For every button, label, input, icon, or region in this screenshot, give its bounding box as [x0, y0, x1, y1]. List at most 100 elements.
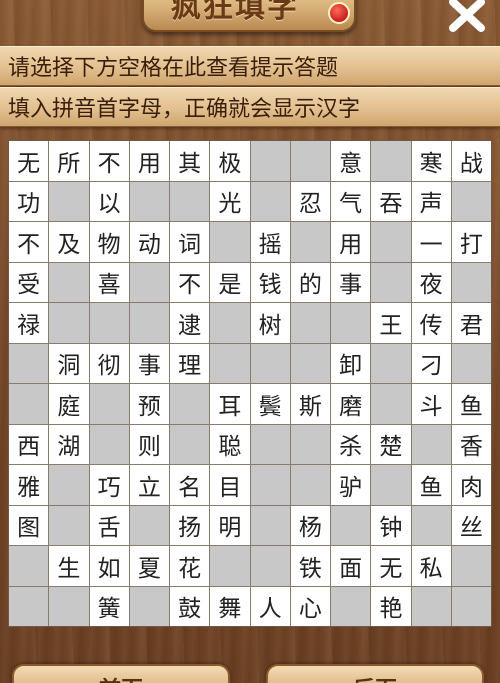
- grid-cell[interactable]: 动: [129, 222, 169, 262]
- grid-cell-blocked: [371, 343, 411, 383]
- grid-cell-blocked: [250, 343, 290, 383]
- grid-cell[interactable]: 刁: [411, 343, 451, 383]
- grid-cell[interactable]: 肉: [451, 465, 491, 505]
- grid-cell[interactable]: 极: [210, 141, 250, 181]
- grid-cell-blocked: [371, 141, 411, 181]
- grid-cell[interactable]: 鱼: [411, 465, 451, 505]
- grid-cell[interactable]: 明: [210, 505, 250, 545]
- grid-cell[interactable]: 雅: [9, 465, 49, 505]
- grid-cell[interactable]: 扬: [170, 505, 210, 545]
- grid-cell[interactable]: 面: [331, 546, 371, 586]
- grid-cell[interactable]: 用: [331, 222, 371, 262]
- grid-cell[interactable]: 逮: [170, 303, 210, 343]
- grid-cell[interactable]: 鬓: [250, 384, 290, 424]
- grid-cell[interactable]: 声: [411, 181, 451, 221]
- grid-cell[interactable]: 图: [9, 505, 49, 545]
- grid-cell[interactable]: 用: [129, 141, 169, 181]
- grid-cell[interactable]: 不: [89, 141, 129, 181]
- grid-cell[interactable]: 杨: [290, 505, 330, 545]
- grid-cell-blocked: [170, 384, 210, 424]
- grid-cell[interactable]: 耳: [210, 384, 250, 424]
- grid-cell[interactable]: 无: [371, 546, 411, 586]
- grid-cell[interactable]: 打: [451, 222, 491, 262]
- grid-cell[interactable]: 无: [9, 141, 49, 181]
- grid-cell[interactable]: 舞: [210, 586, 250, 626]
- grid-cell[interactable]: 传: [411, 303, 451, 343]
- grid-cell[interactable]: 战: [451, 141, 491, 181]
- grid-cell[interactable]: 心: [290, 586, 330, 626]
- grid-cell[interactable]: 斗: [411, 384, 451, 424]
- grid-cell[interactable]: 艳: [371, 586, 411, 626]
- grid-cell[interactable]: 如: [89, 546, 129, 586]
- grid-cell[interactable]: 王: [371, 303, 411, 343]
- grid-cell-blocked: [250, 181, 290, 221]
- grid-cell[interactable]: 及: [49, 222, 89, 262]
- grid-cell[interactable]: 磨: [331, 384, 371, 424]
- grid-cell[interactable]: 喜: [89, 262, 129, 302]
- grid-cell[interactable]: 铁: [290, 546, 330, 586]
- grid-cell[interactable]: 事: [331, 262, 371, 302]
- grid-cell[interactable]: 湖: [49, 424, 89, 464]
- grid-cell[interactable]: 鼓: [170, 586, 210, 626]
- grid-cell[interactable]: 驴: [331, 465, 371, 505]
- grid-cell[interactable]: 不: [9, 222, 49, 262]
- grid-cell[interactable]: 摇: [250, 222, 290, 262]
- grid-cell[interactable]: 楚: [371, 424, 411, 464]
- grid-cell[interactable]: 钱: [250, 262, 290, 302]
- grid-cell[interactable]: 预: [129, 384, 169, 424]
- prev-page-button[interactable]: 前页: [12, 664, 230, 683]
- grid-cell[interactable]: 吞: [371, 181, 411, 221]
- grid-cell[interactable]: 光: [210, 181, 250, 221]
- grid-cell[interactable]: 是: [210, 262, 250, 302]
- grid-cell[interactable]: 气: [331, 181, 371, 221]
- grid-cell[interactable]: 舌: [89, 505, 129, 545]
- grid-cell[interactable]: 丝: [451, 505, 491, 545]
- grid-cell[interactable]: 不: [170, 262, 210, 302]
- grid-cell[interactable]: 聪: [210, 424, 250, 464]
- grid-cell[interactable]: 受: [9, 262, 49, 302]
- grid-cell[interactable]: 立: [129, 465, 169, 505]
- grid-cell[interactable]: 以: [89, 181, 129, 221]
- grid-cell[interactable]: 寒: [411, 141, 451, 181]
- close-button[interactable]: [444, 0, 490, 36]
- grid-cell[interactable]: 簧: [89, 586, 129, 626]
- grid-cell[interactable]: 的: [290, 262, 330, 302]
- grid-cell[interactable]: 物: [89, 222, 129, 262]
- grid-cell[interactable]: 夏: [129, 546, 169, 586]
- grid-cell[interactable]: 功: [9, 181, 49, 221]
- grid-cell[interactable]: 意: [331, 141, 371, 181]
- hint-text-1: 请选择下方空格在此查看提示答题: [8, 56, 339, 81]
- grid-cell[interactable]: 夜: [411, 262, 451, 302]
- grid-cell-blocked: [129, 181, 169, 221]
- grid-cell[interactable]: 理: [170, 343, 210, 383]
- grid-cell[interactable]: 卸: [331, 343, 371, 383]
- grid-cell[interactable]: 鱼: [451, 384, 491, 424]
- grid-cell[interactable]: 人: [250, 586, 290, 626]
- grid-cell[interactable]: 禄: [9, 303, 49, 343]
- grid-cell[interactable]: 词: [170, 222, 210, 262]
- grid-cell[interactable]: 生: [49, 546, 89, 586]
- grid-cell[interactable]: 所: [49, 141, 89, 181]
- grid-cell[interactable]: 名: [170, 465, 210, 505]
- grid-cell[interactable]: 其: [170, 141, 210, 181]
- grid-cell[interactable]: 目: [210, 465, 250, 505]
- grid-cell[interactable]: 树: [250, 303, 290, 343]
- grid-cell[interactable]: 忍: [290, 181, 330, 221]
- grid-cell[interactable]: 君: [451, 303, 491, 343]
- grid-cell[interactable]: 斯: [290, 384, 330, 424]
- grid-cell-blocked: [89, 424, 129, 464]
- grid-cell[interactable]: 一: [411, 222, 451, 262]
- grid-cell[interactable]: 彻: [89, 343, 129, 383]
- grid-cell[interactable]: 巧: [89, 465, 129, 505]
- grid-cell[interactable]: 则: [129, 424, 169, 464]
- grid-cell[interactable]: 洞: [49, 343, 89, 383]
- next-page-button[interactable]: 后页: [266, 664, 484, 683]
- grid-cell[interactable]: 香: [451, 424, 491, 464]
- grid-cell[interactable]: 私: [411, 546, 451, 586]
- grid-cell[interactable]: 钟: [371, 505, 411, 545]
- grid-cell[interactable]: 庭: [49, 384, 89, 424]
- grid-cell[interactable]: 西: [9, 424, 49, 464]
- grid-cell[interactable]: 杀: [331, 424, 371, 464]
- grid-cell[interactable]: 事: [129, 343, 169, 383]
- grid-cell[interactable]: 花: [170, 546, 210, 586]
